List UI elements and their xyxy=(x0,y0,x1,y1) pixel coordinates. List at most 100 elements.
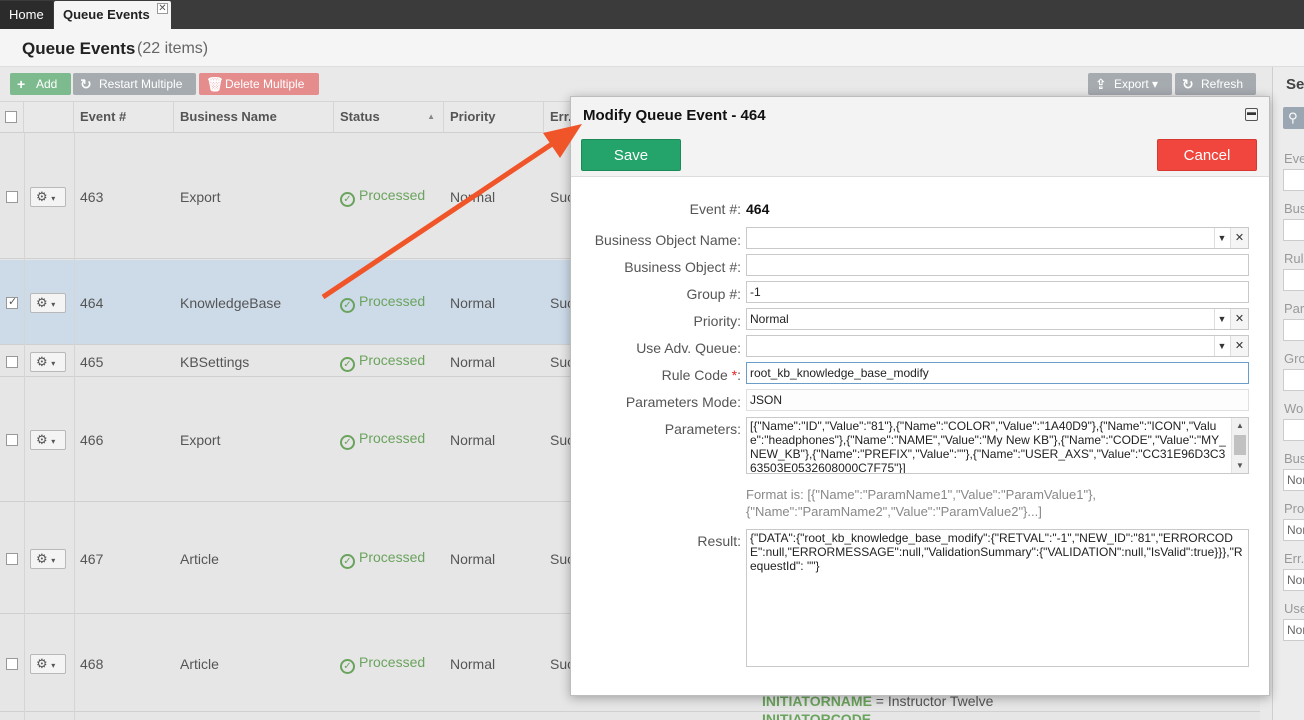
plus-icon: + xyxy=(17,76,26,92)
search-field-input[interactable] xyxy=(1283,369,1304,391)
status-badge: ✓ Processed xyxy=(340,293,425,313)
row-checkbox[interactable]: ✓ xyxy=(6,296,18,309)
search-field-label: Rul xyxy=(1284,251,1304,266)
clear-icon[interactable]: ✕ xyxy=(1230,309,1248,329)
search-field-label: Bus xyxy=(1284,201,1304,216)
event-number: 464 xyxy=(80,294,104,311)
export-button[interactable]: ⇪ Export ▾ xyxy=(1088,73,1172,95)
business-name: KnowledgeBase xyxy=(180,294,282,311)
delete-multiple-button[interactable]: 🗑 Delete Multiple xyxy=(199,73,319,95)
adv-queue-label: Use Adv. Queue: xyxy=(636,340,741,356)
row-checkbox[interactable] xyxy=(6,434,18,446)
business-name: Export xyxy=(180,432,221,448)
row-checkbox[interactable] xyxy=(6,355,18,368)
group-number-input[interactable]: -1 xyxy=(746,281,1249,303)
clear-icon[interactable]: ✕ xyxy=(1230,336,1248,356)
search-field-input[interactable] xyxy=(1283,169,1304,191)
search-field-label: Wo xyxy=(1284,401,1304,416)
priority-combo[interactable]: Normal ▼ ✕ xyxy=(746,308,1249,330)
check-circle-icon: ✓ xyxy=(340,658,355,674)
priority: Normal xyxy=(450,294,496,311)
maximize-icon[interactable]: ▬ xyxy=(1245,108,1258,121)
search-panel-title: Sea xyxy=(1286,76,1304,93)
event-number: 466 xyxy=(80,432,104,448)
gear-icon: ⚙ xyxy=(36,353,48,369)
search-field-input[interactable] xyxy=(1283,219,1304,241)
business-object-number-input[interactable] xyxy=(746,254,1249,276)
parameters-scrollbar[interactable]: ▲ ▼ xyxy=(1231,418,1248,473)
event-value: 464 xyxy=(746,201,770,217)
adv-queue-combo[interactable]: ▼ ✕ xyxy=(746,335,1249,357)
search-field-input[interactable]: Nor xyxy=(1283,519,1304,541)
business-name: KBSettings xyxy=(180,353,250,370)
result-textarea[interactable]: {"DATA":{"root_kb_knowledge_base_modify"… xyxy=(746,529,1249,667)
row-actions-button[interactable]: ⚙ ▾ xyxy=(30,430,66,450)
clear-icon[interactable]: ✕ xyxy=(1230,228,1248,248)
search-field-label: Eve xyxy=(1284,151,1304,166)
priority-value: Normal xyxy=(750,312,789,326)
search-field-input[interactable]: Nor xyxy=(1283,619,1304,641)
search-field-label: Par xyxy=(1284,301,1304,316)
scroll-thumb[interactable] xyxy=(1234,435,1246,455)
status-badge: ✓ Processed xyxy=(340,549,425,569)
business-name: Export xyxy=(180,188,221,205)
row-actions-button[interactable]: ⚙ ▾ xyxy=(30,292,66,313)
row-actions-button[interactable]: ⚙ ▾ xyxy=(30,548,66,569)
tab-queue-events[interactable]: Queue Events ✕ xyxy=(54,1,171,29)
chevron-down-icon[interactable]: ▼ xyxy=(1214,228,1229,248)
bo-name-label: Business Object Name: xyxy=(594,232,741,248)
chevron-down-icon[interactable]: ▼ xyxy=(1214,309,1229,329)
search-panel: Sea ⚲ Eve Bus Rul Par Gro Wo Bus Nor Pro Nor Err. N… xyxy=(1272,67,1304,720)
row-actions-button[interactable]: ⚙ ▾ xyxy=(30,351,66,372)
save-button[interactable]: Save xyxy=(581,139,681,171)
group-label: Group #: xyxy=(686,286,741,302)
row-checkbox[interactable] xyxy=(6,190,18,203)
chevron-down-icon[interactable]: ▼ xyxy=(1214,336,1229,356)
restart-label: Restart Multiple xyxy=(99,77,183,91)
row-actions-button[interactable]: ⚙ ▾ xyxy=(30,186,66,207)
chevron-down-icon: ▾ xyxy=(51,555,56,565)
status-badge: ✓ Processed xyxy=(340,430,425,450)
result-label: Result: xyxy=(697,533,741,549)
parameters-textarea[interactable]: [{"Name":"ID","Value":"81"},{"Name":"COL… xyxy=(746,417,1249,474)
priority-label: Priority: xyxy=(693,313,741,329)
close-icon[interactable]: ✕ xyxy=(157,3,168,14)
status-badge: ✓ Processed xyxy=(340,654,425,674)
column-header-priority[interactable]: Priority xyxy=(444,102,544,133)
rule-code-input[interactable]: root_kb_knowledge_base_modify xyxy=(746,362,1249,384)
tab-queue-events-label: Queue Events xyxy=(63,7,150,22)
search-button[interactable]: ⚲ xyxy=(1283,107,1304,129)
params-mode-label: Parameters Mode: xyxy=(625,394,741,410)
column-header-status[interactable]: Status ▲ xyxy=(334,102,444,133)
row-actions-button[interactable]: ⚙ ▾ xyxy=(30,653,66,674)
scroll-down-icon[interactable]: ▼ xyxy=(1232,458,1248,473)
business-name: Article xyxy=(180,550,219,567)
status-header-label: Status xyxy=(340,109,380,124)
search-field-input[interactable] xyxy=(1283,269,1304,291)
page-title: Queue Events xyxy=(22,39,136,58)
row-checkbox[interactable] xyxy=(6,552,18,565)
row-checkbox[interactable] xyxy=(6,657,18,670)
restart-multiple-button[interactable]: ↻ Restart Multiple xyxy=(73,73,196,95)
column-header-business-name[interactable]: Business Name xyxy=(174,102,334,133)
priority: Normal xyxy=(450,353,496,370)
refresh-button[interactable]: ↻ Refresh xyxy=(1175,73,1256,95)
gear-icon: ⚙ xyxy=(36,188,48,204)
cancel-button[interactable]: Cancel xyxy=(1157,139,1257,171)
select-all-checkbox[interactable] xyxy=(5,111,17,123)
chevron-down-icon: ▾ xyxy=(51,358,56,368)
search-field-input[interactable] xyxy=(1283,319,1304,341)
chevron-down-icon: ▾ xyxy=(51,299,56,309)
rule-code-label-text: Rule Code xyxy=(661,367,728,383)
check-circle-icon: ✓ xyxy=(340,297,355,313)
add-button[interactable]: + Add xyxy=(10,73,71,95)
delete-label: Delete Multiple xyxy=(225,77,305,91)
column-header-event[interactable]: Event # xyxy=(74,102,174,133)
search-field-input[interactable]: Nor xyxy=(1283,469,1304,491)
status-text: Processed xyxy=(359,292,426,309)
business-object-name-combo[interactable]: ▼ ✕ xyxy=(746,227,1249,249)
search-field-input[interactable] xyxy=(1283,419,1304,441)
search-field-input[interactable]: Nor xyxy=(1283,569,1304,591)
scroll-up-icon[interactable]: ▲ xyxy=(1232,418,1248,433)
tab-home[interactable]: Home xyxy=(0,1,53,29)
